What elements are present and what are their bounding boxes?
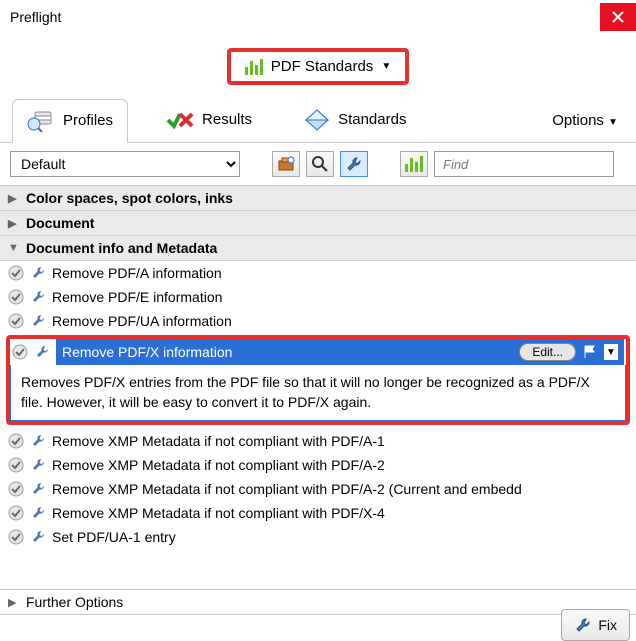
standards-icon <box>304 108 330 132</box>
list-pane: ▶ Color spaces, spot colors, inks ▶ Docu… <box>0 185 636 589</box>
list-item[interactable]: Set PDF/UA-1 entry <box>0 525 636 549</box>
wrench-icon <box>345 155 363 173</box>
window-title: Preflight <box>10 9 61 25</box>
library-filter-button[interactable] <box>400 151 428 177</box>
category-row[interactable]: ▶ Color spaces, spot colors, inks <box>0 186 636 211</box>
category-label: Document info and Metadata <box>26 240 217 256</box>
checkmark-icon <box>12 344 28 360</box>
disclosure-down-icon: ▼ <box>8 242 20 254</box>
edit-button[interactable]: Edit... <box>519 343 576 361</box>
bar-chart-icon <box>245 59 263 75</box>
selected-item: Remove PDF/X information Edit... ▼ Remov… <box>6 335 630 425</box>
wrench-icon <box>30 481 46 497</box>
bar-chart-icon <box>405 156 423 172</box>
magnifier-icon <box>311 155 329 173</box>
toolbox-icon <box>277 155 295 173</box>
disclosure-right-icon: ▶ <box>8 596 20 609</box>
checkmark-icon <box>8 313 24 329</box>
list-item[interactable]: Remove XMP Metadata if not compliant wit… <box>0 501 636 525</box>
fixups-filter-button[interactable] <box>340 151 368 177</box>
tab-standards-label: Standards <box>338 111 406 128</box>
item-label: Set PDF/UA-1 entry <box>52 529 176 545</box>
list-item[interactable]: Remove XMP Metadata if not compliant wit… <box>0 429 636 453</box>
tab-results-label: Results <box>202 111 252 128</box>
checkmark-icon <box>8 529 24 545</box>
wrench-icon <box>30 529 46 545</box>
wrench-icon <box>34 344 50 360</box>
find-input[interactable] <box>434 151 614 177</box>
toolbar: Default <box>0 143 636 185</box>
wrench-icon <box>30 265 46 281</box>
tabs-row: Profiles Results Standards Options ▼ <box>0 95 636 143</box>
checkmark-icon <box>8 481 24 497</box>
close-icon <box>612 11 624 23</box>
fix-label: Fix <box>598 617 617 633</box>
item-label: Remove XMP Metadata if not compliant wit… <box>52 433 385 449</box>
item-label: Remove XMP Metadata if not compliant wit… <box>52 505 385 521</box>
tab-profiles-label: Profiles <box>63 112 113 129</box>
pdf-standards-dropdown[interactable]: PDF Standards ▼ <box>227 48 409 85</box>
toolbox-button[interactable] <box>272 151 300 177</box>
options-menu[interactable]: Options ▼ <box>552 112 624 129</box>
fix-button-area: Fix <box>561 609 630 641</box>
checkmark-icon <box>8 457 24 473</box>
selected-item-label: Remove PDF/X information <box>62 344 513 360</box>
further-options-label: Further Options <box>26 594 123 610</box>
list-item-selected[interactable]: Remove PDF/X information Edit... ▼ <box>10 339 626 365</box>
preset-select[interactable]: Default <box>10 151 240 177</box>
caret-down-icon: ▼ <box>608 117 618 128</box>
item-label: Remove PDF/UA information <box>52 313 232 329</box>
list-item[interactable]: Remove PDF/A information <box>0 261 636 285</box>
wrench-icon <box>30 289 46 305</box>
item-label: Remove PDF/E information <box>52 289 222 305</box>
list-item[interactable]: Remove PDF/UA information <box>0 309 636 333</box>
checkmark-icon <box>8 289 24 305</box>
options-label: Options <box>552 112 604 129</box>
wrench-icon <box>30 457 46 473</box>
profiles-icon <box>27 108 55 132</box>
flag-icon[interactable] <box>582 344 598 360</box>
category-row[interactable]: ▼ Document info and Metadata <box>0 236 636 261</box>
disclosure-right-icon: ▶ <box>8 217 20 230</box>
wrench-icon <box>30 313 46 329</box>
item-menu-button[interactable]: ▼ <box>604 344 618 360</box>
item-label: Remove PDF/A information <box>52 265 222 281</box>
item-description: Removes PDF/X entries from the PDF file … <box>10 365 626 421</box>
fix-button[interactable]: Fix <box>561 609 630 641</box>
close-button[interactable] <box>600 3 636 31</box>
list-item[interactable]: Remove XMP Metadata if not compliant wit… <box>0 453 636 477</box>
tab-profiles[interactable]: Profiles <box>12 99 128 143</box>
item-label: Remove XMP Metadata if not compliant wit… <box>52 457 385 473</box>
list-item[interactable]: Remove XMP Metadata if not compliant wit… <box>0 477 636 501</box>
category-row[interactable]: ▶ Document <box>0 211 636 236</box>
checkmark-icon <box>8 433 24 449</box>
wrench-icon <box>30 505 46 521</box>
list-scroll[interactable]: ▶ Color spaces, spot colors, inks ▶ Docu… <box>0 186 636 589</box>
caret-down-icon: ▼ <box>381 61 391 72</box>
titlebar: Preflight <box>0 0 636 34</box>
tab-standards[interactable]: Standards <box>290 100 420 142</box>
disclosure-right-icon: ▶ <box>8 192 20 205</box>
wrench-icon <box>30 433 46 449</box>
category-label: Color spaces, spot colors, inks <box>26 190 233 206</box>
list-item[interactable]: Remove PDF/E information <box>0 285 636 309</box>
inspect-button[interactable] <box>306 151 334 177</box>
wrench-icon <box>574 616 592 634</box>
pdf-standards-label: PDF Standards <box>271 58 374 75</box>
library-dropdown-row: PDF Standards ▼ <box>0 34 636 95</box>
tab-results[interactable]: Results <box>152 100 266 142</box>
category-label: Document <box>26 215 94 231</box>
results-icon <box>166 108 194 132</box>
further-options-row[interactable]: ▶ Further Options <box>0 589 636 615</box>
checkmark-icon <box>8 505 24 521</box>
item-label: Remove XMP Metadata if not compliant wit… <box>52 481 522 497</box>
checkmark-icon <box>8 265 24 281</box>
